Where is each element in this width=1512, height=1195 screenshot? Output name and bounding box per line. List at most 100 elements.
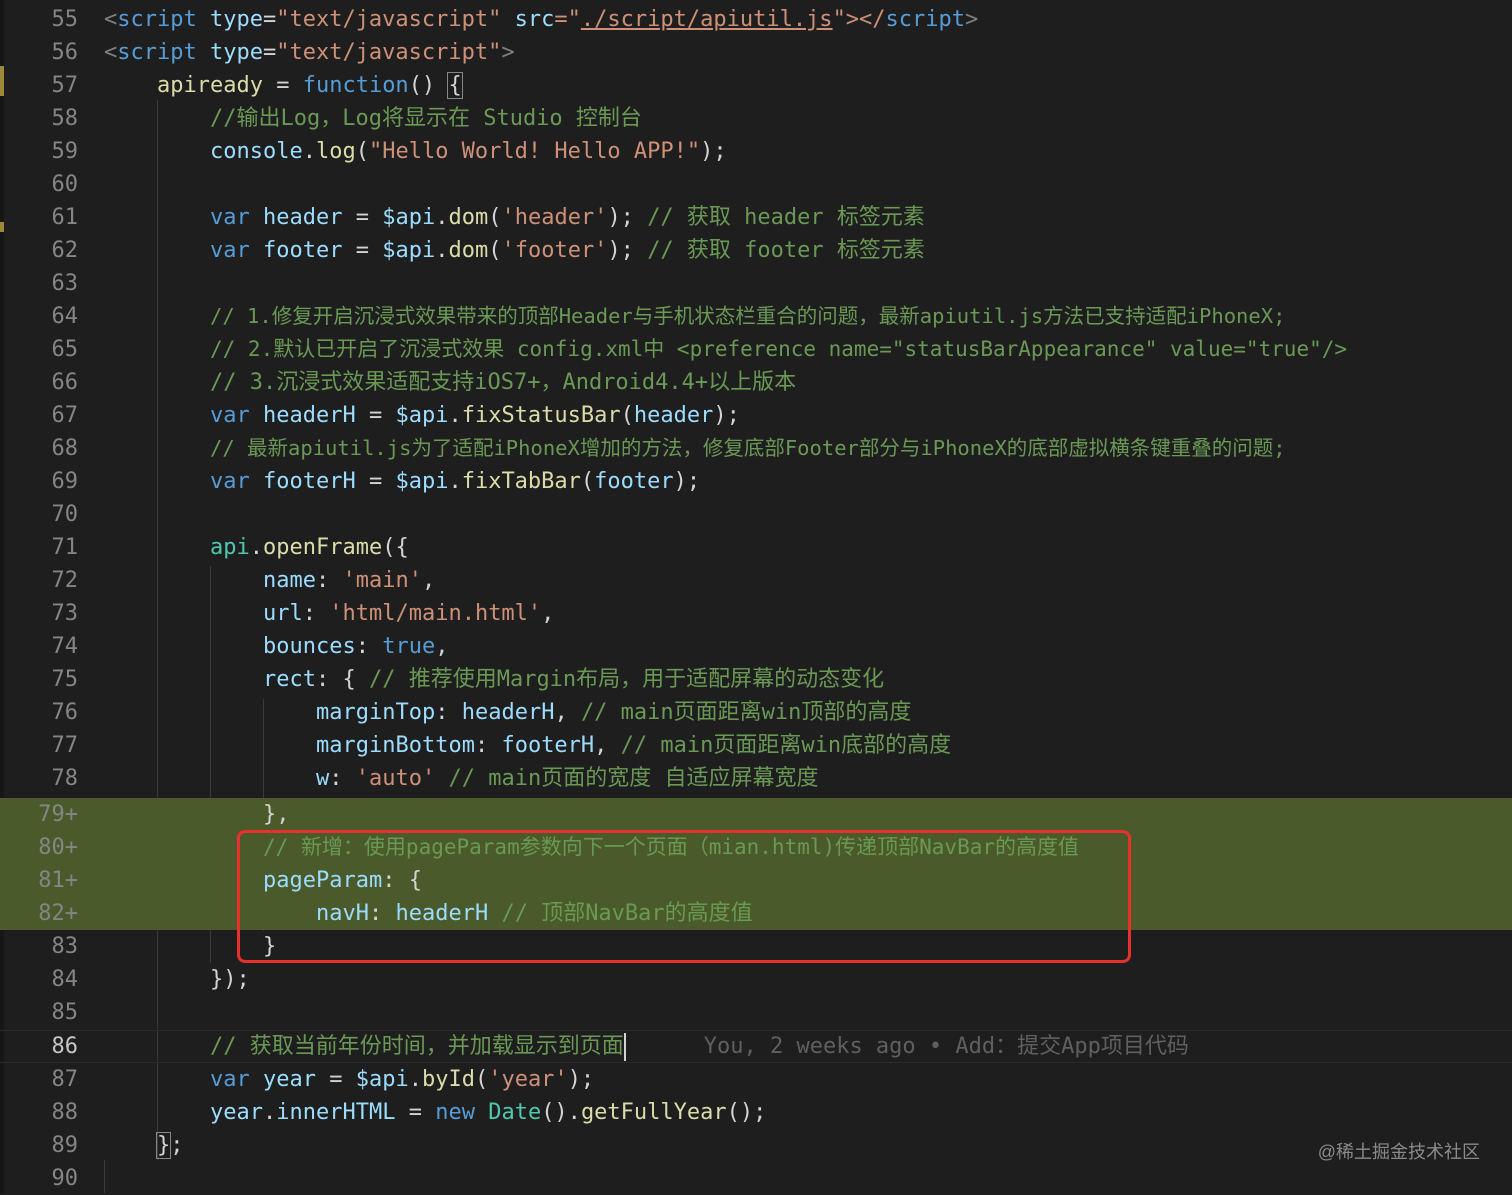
line-code[interactable]: // 2.默认已开启了沉浸式效果 config.xml中 <preference… [104, 333, 1347, 366]
line-code[interactable]: url: 'html/main.html', [104, 597, 554, 630]
code-line[interactable]: 71 api.openFrame({ [0, 531, 1512, 564]
line-number: 70 [51, 502, 79, 527]
line-number: 57 [51, 73, 79, 98]
added-code-line[interactable]: 79+ }, [0, 798, 1512, 831]
line-number: 65 [51, 337, 79, 362]
code-line[interactable]: 72 name: 'main', [0, 564, 1512, 597]
line-code[interactable]: apiready = function() { [104, 69, 463, 102]
code-line[interactable]: 69 var footerH = $api.fixTabBar(footer); [0, 465, 1512, 498]
code-line[interactable]: 76 marginTop: headerH, // main页面距离win顶部的… [0, 696, 1512, 729]
code-line[interactable]: 58 //输出Log，Log将显示在 Studio 控制台 [0, 102, 1512, 135]
code-line[interactable]: 77 marginBottom: footerH, // main页面距离win… [0, 729, 1512, 762]
line-number: 82+ [38, 901, 78, 926]
line-code[interactable]: name: 'main', [104, 564, 435, 597]
line-number: 66 [51, 370, 79, 395]
code-editor[interactable]: 55 <script type="text/javascript" src=".… [0, 0, 1512, 1193]
line-number: 87 [51, 1067, 79, 1092]
line-number: 60 [51, 172, 79, 197]
code-line[interactable]: 66 // 3.沉浸式效果适配支持iOS7+，Android4.4+以上版本 [0, 366, 1512, 399]
code-line[interactable]: 75 rect: { // 推荐使用Margin布局，用于适配屏幕的动态变化 [0, 663, 1512, 696]
line-code[interactable]: <script type="text/javascript" src="./sc… [104, 3, 978, 36]
line-number: 83 [51, 934, 79, 959]
line-number: 77 [51, 733, 79, 758]
line-code[interactable]: var footer = $api.dom('footer'); // 获取 f… [104, 234, 925, 267]
code-line[interactable]: 88 year.innerHTML = new Date().getFullYe… [0, 1096, 1512, 1129]
code-line[interactable]: 57 apiready = function() { [0, 69, 1512, 102]
line-number: 78 [51, 766, 79, 791]
code-line[interactable]: 78 w: 'auto' // main页面的宽度 自适应屏幕宽度 [0, 762, 1512, 795]
git-blame-annotation: You, 2 weeks ago • Add：提交App项目代码 [703, 1034, 1189, 1059]
line-number: 84 [51, 967, 79, 992]
line-number: 76 [51, 700, 79, 725]
line-code[interactable]: w: 'auto' // main页面的宽度 自适应屏幕宽度 [104, 762, 818, 795]
code-line[interactable]: 84 }); [0, 963, 1512, 996]
line-number: 69 [51, 469, 79, 494]
current-code-line[interactable]: 86 // 获取当前年份时间，并加载显示到页面 You, 2 weeks ago … [0, 1030, 1512, 1063]
line-code[interactable]: var footerH = $api.fixTabBar(footer); [104, 465, 700, 498]
code-line[interactable]: 87 var year = $api.byId('year'); [0, 1063, 1512, 1096]
line-code[interactable]: // 1.修复开启沉浸式效果带来的顶部Header与手机状态栏重合的问题，最新a… [104, 300, 1285, 333]
line-code[interactable]: marginTop: headerH, // main页面距离win顶部的高度 [104, 696, 911, 729]
line-code[interactable]: //输出Log，Log将显示在 Studio 控制台 [104, 102, 642, 135]
matched-bracket: } [155, 1132, 172, 1159]
line-code[interactable]: var year = $api.byId('year'); [104, 1063, 594, 1096]
line-code[interactable]: bounces: true, [104, 630, 448, 663]
line-number: 85 [51, 1000, 79, 1025]
line-number: 79+ [38, 802, 78, 827]
line-number: 81+ [38, 868, 78, 893]
line-number: 63 [51, 271, 79, 296]
code-line[interactable]: 62 var footer = $api.dom('footer'); // 获… [0, 234, 1512, 267]
line-number: 90 [51, 1166, 79, 1191]
text-cursor [623, 1033, 626, 1061]
code-line[interactable]: 60 [0, 168, 1512, 201]
script-src-link[interactable]: ./script/apiutil.js [581, 7, 833, 32]
code-line[interactable]: 55 <script type="text/javascript" src=".… [0, 3, 1512, 36]
code-line[interactable]: 68 // 最新apiutil.js为了适配iPhoneX增加的方法，修复底部F… [0, 432, 1512, 465]
line-number: 75 [51, 667, 79, 692]
line-number: 68 [51, 436, 79, 461]
code-line[interactable]: 65 // 2.默认已开启了沉浸式效果 config.xml中 <prefere… [0, 333, 1512, 366]
code-line[interactable]: 64 // 1.修复开启沉浸式效果带来的顶部Header与手机状态栏重合的问题，… [0, 300, 1512, 333]
line-code[interactable]: // 最新apiutil.js为了适配iPhoneX增加的方法，修复底部Foot… [104, 432, 1286, 465]
code-line[interactable]: 90 [0, 1162, 1512, 1195]
line-number: 71 [51, 535, 79, 560]
line-number: 86 [51, 1034, 79, 1059]
line-number: 59 [51, 139, 79, 164]
line-number: 73 [51, 601, 79, 626]
code-line[interactable]: 56 <script type="text/javascript"> [0, 36, 1512, 69]
line-number: 64 [51, 304, 79, 329]
line-number: 88 [51, 1100, 79, 1125]
code-line[interactable]: 61 var header = $api.dom('header'); // 获… [0, 201, 1512, 234]
line-number: 62 [51, 238, 79, 263]
line-code[interactable]: marginBottom: footerH, // main页面距离win底部的… [104, 729, 951, 762]
line-code[interactable]: year.innerHTML = new Date().getFullYear(… [104, 1096, 766, 1129]
code-line[interactable]: 63 [0, 267, 1512, 300]
line-code[interactable]: // 获取当前年份时间，并加载显示到页面 You, 2 weeks ago • A… [104, 1030, 1189, 1063]
code-line[interactable]: 85 [0, 996, 1512, 1029]
line-code[interactable]: }, [104, 798, 290, 831]
code-line[interactable]: 67 var headerH = $api.fixStatusBar(heade… [0, 399, 1512, 432]
line-number: 72 [51, 568, 79, 593]
line-code[interactable]: console.log("Hello World! Hello APP!"); [104, 135, 727, 168]
line-number: 61 [51, 205, 79, 230]
line-code[interactable]: }); [104, 963, 250, 996]
line-number: 58 [51, 106, 79, 131]
line-code[interactable]: <script type="text/javascript"> [104, 36, 515, 69]
code-line[interactable]: 70 [0, 498, 1512, 531]
line-code[interactable]: rect: { // 推荐使用Margin布局，用于适配屏幕的动态变化 [104, 663, 884, 696]
line-code[interactable]: api.openFrame({ [104, 531, 409, 564]
line-code[interactable]: // 3.沉浸式效果适配支持iOS7+，Android4.4+以上版本 [104, 366, 796, 399]
line-code[interactable]: var headerH = $api.fixStatusBar(header); [104, 399, 740, 432]
line-number: 56 [51, 40, 79, 65]
line-number: 80+ [38, 835, 78, 860]
code-line[interactable]: 74 bounces: true, [0, 630, 1512, 663]
line-number: 67 [51, 403, 79, 428]
code-line[interactable]: 89 }; [0, 1129, 1512, 1162]
watermark: @稀土掘金技术社区 [1317, 1142, 1480, 1162]
code-line[interactable]: 73 url: 'html/main.html', [0, 597, 1512, 630]
line-code[interactable]: }; [104, 1129, 184, 1162]
code-line[interactable]: 59 console.log("Hello World! Hello APP!"… [0, 135, 1512, 168]
line-code[interactable]: var header = $api.dom('header'); // 获取 h… [104, 201, 925, 234]
line-number: 89 [51, 1133, 79, 1158]
matched-bracket: { [447, 72, 463, 99]
